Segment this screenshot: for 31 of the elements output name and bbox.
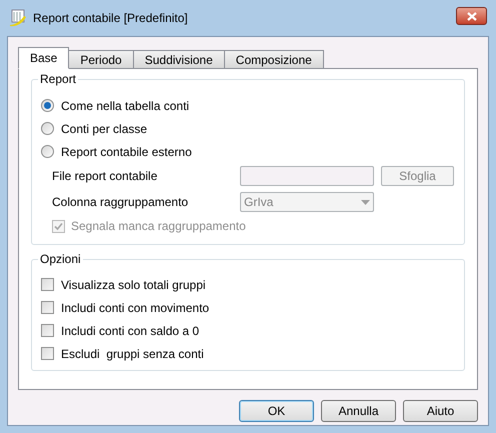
tab[interactable]: Composizione — [224, 50, 324, 69]
radio-label: Conti per classe — [61, 120, 148, 138]
field-label: File report contabile — [52, 168, 158, 185]
checkbox-label: Visualizza solo totali gruppi — [61, 276, 206, 294]
checkbox-label: Segnala manca raggruppamento — [71, 218, 246, 235]
group-title: Opzioni — [38, 252, 83, 266]
radio-label: Report contabile esterno — [61, 144, 192, 160]
checkbox[interactable] — [41, 324, 54, 337]
checkbox-label: Escludi gruppi senza conti — [61, 346, 204, 362]
tab[interactable]: Suddivisione — [132, 50, 225, 69]
checkbox-label: Includi conti con movimento — [61, 300, 210, 316]
checkbox[interactable] — [41, 347, 54, 360]
notepad-icon — [9, 9, 27, 27]
dropdown-arrow-icon — [361, 200, 370, 204]
checkbox[interactable] — [41, 278, 54, 291]
radio-button[interactable] — [41, 99, 54, 112]
dialog-button[interactable]: Aiuto — [403, 400, 478, 422]
group-title: Report — [38, 72, 78, 86]
radio-button[interactable] — [41, 122, 54, 135]
window-title: Report contabile [Predefinito] — [33, 10, 188, 27]
checkbox[interactable] — [41, 301, 54, 314]
tab[interactable]: Base — [18, 47, 70, 69]
dialog-button[interactable]: Annulla — [321, 400, 396, 422]
close-button[interactable] — [456, 7, 487, 25]
radio-label: Come nella tabella conti — [61, 98, 190, 114]
checkbox-label: Includi conti con saldo a 0 — [61, 322, 200, 340]
dialog-button[interactable]: OK — [239, 400, 314, 422]
close-icon — [466, 12, 476, 20]
tab[interactable]: Periodo — [68, 50, 134, 69]
field-label: Colonna raggruppamento — [52, 194, 190, 211]
radio-button[interactable] — [41, 145, 54, 158]
